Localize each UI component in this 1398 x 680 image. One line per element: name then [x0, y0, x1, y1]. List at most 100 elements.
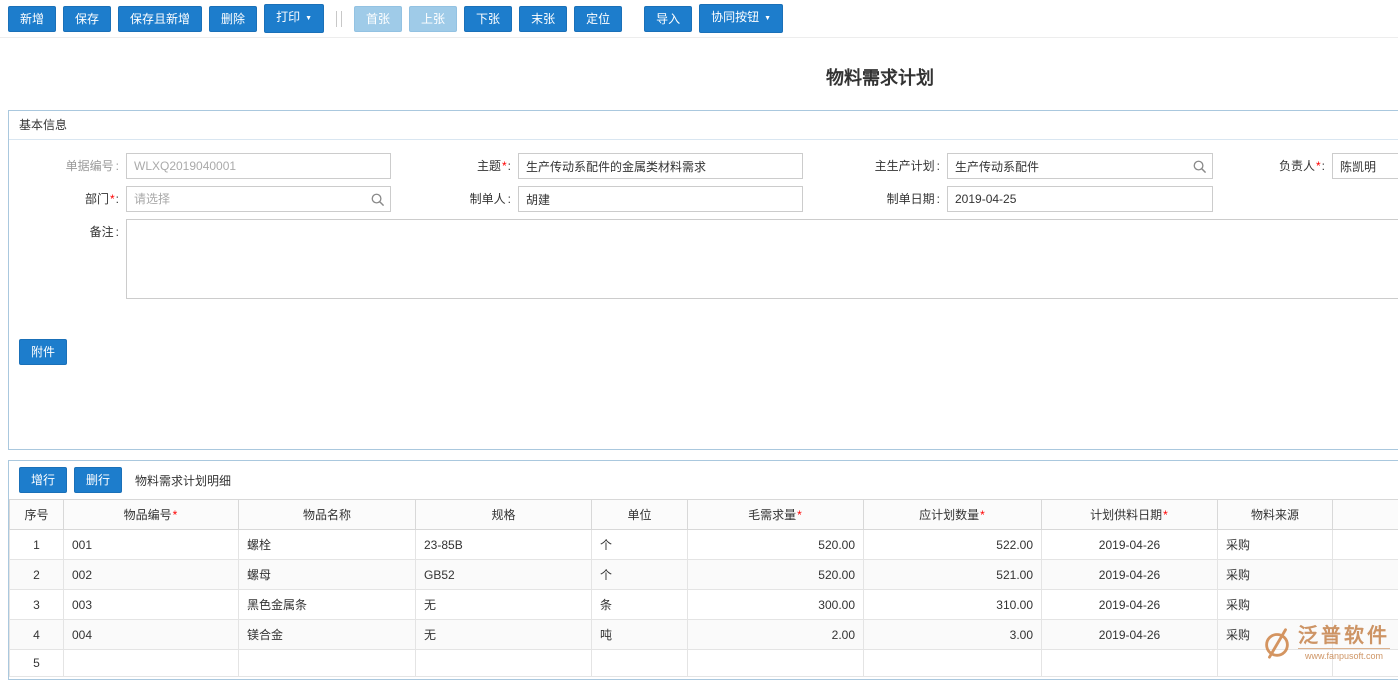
filler-column-header — [1333, 500, 1398, 530]
table-cell[interactable]: 300.00 — [688, 590, 864, 620]
table-cell[interactable]: 采购 — [1218, 560, 1333, 590]
toolbar-button-next[interactable]: 下张 — [464, 6, 512, 32]
delete-row-button[interactable]: 删行 — [74, 467, 122, 493]
row-index-cell: 2 — [10, 560, 64, 590]
department-input[interactable] — [126, 186, 391, 212]
toolbar-button-print[interactable]: 打印▼ — [264, 4, 324, 33]
toolbar-button-import[interactable]: 导入 — [644, 6, 692, 32]
table-cell[interactable]: 521.00 — [864, 560, 1042, 590]
table-cell[interactable]: 310.00 — [864, 590, 1042, 620]
basic-info-form: 单据编号: 主题*: 主生产计划: 负责人*: — [9, 140, 1398, 299]
table-cell[interactable]: 520.00 — [688, 560, 864, 590]
table-cell[interactable]: 螺栓 — [239, 530, 416, 560]
table-cell[interactable]: 镁合金 — [239, 620, 416, 650]
create-date-input[interactable] — [947, 186, 1213, 212]
toolbar-button-prev[interactable]: 上张 — [409, 6, 457, 32]
column-header: 物品编号* — [64, 500, 239, 530]
toolbar: 新增保存保存且新增删除打印▼ 首张上张下张末张定位导入协同按钮▼ — [0, 0, 1398, 38]
toolbar-button-save-and-new[interactable]: 保存且新增 — [118, 6, 202, 32]
table-cell[interactable]: 条 — [592, 590, 688, 620]
attachment-row: 附件 — [19, 339, 1398, 365]
doc-no-field: 单据编号: — [9, 153, 391, 179]
table-cell[interactable]: 采购 — [1218, 590, 1333, 620]
table-cell[interactable]: 2019-04-26 — [1042, 560, 1218, 590]
doc-no-input — [126, 153, 391, 179]
detail-toolbar: 增行 删行 物料需求计划明细 — [9, 461, 1398, 499]
table-cell[interactable]: 522.00 — [864, 530, 1042, 560]
table-cell[interactable]: 个 — [592, 530, 688, 560]
row-index-cell: 4 — [10, 620, 64, 650]
table-cell[interactable]: 吨 — [592, 620, 688, 650]
doc-no-label: 单据编号: — [9, 153, 126, 179]
table-cell[interactable]: 采购 — [1218, 530, 1333, 560]
table-cell[interactable] — [1042, 650, 1218, 677]
toolbar-button-collab[interactable]: 协同按钮▼ — [699, 4, 783, 33]
toolbar-button-last[interactable]: 末张 — [519, 6, 567, 32]
toolbar-button-new[interactable]: 新增 — [8, 6, 56, 32]
create-date-field: 制单日期: — [803, 186, 1213, 212]
remark-label: 备注: — [9, 219, 126, 299]
table-cell[interactable] — [864, 650, 1042, 677]
table-row: 2002螺母GB52个520.00521.002019-04-26采购 — [10, 560, 1398, 590]
filler-cell — [1333, 560, 1398, 590]
table-cell[interactable]: 无 — [416, 590, 592, 620]
table-cell[interactable]: 黑色金属条 — [239, 590, 416, 620]
creator-field: 制单人: — [391, 186, 803, 212]
table-cell[interactable] — [592, 650, 688, 677]
add-row-button[interactable]: 增行 — [19, 467, 67, 493]
remark-textarea[interactable] — [126, 219, 1398, 299]
table-cell[interactable]: 002 — [64, 560, 239, 590]
column-header: 应计划数量* — [864, 500, 1042, 530]
master-plan-field: 主生产计划: — [803, 153, 1213, 179]
filler-cell — [1333, 530, 1398, 560]
create-date-label: 制单日期: — [803, 186, 947, 212]
table-cell[interactable]: 个 — [592, 560, 688, 590]
table-cell[interactable]: 23-85B — [416, 530, 592, 560]
table-cell[interactable] — [1218, 650, 1333, 677]
table-cell[interactable]: 003 — [64, 590, 239, 620]
master-plan-label: 主生产计划: — [803, 153, 947, 179]
table-row: 5 — [10, 650, 1398, 677]
column-header: 计划供料日期* — [1042, 500, 1218, 530]
owner-input[interactable] — [1332, 153, 1398, 179]
material-requirements-page: 新增保存保存且新增删除打印▼首张上张下张末张定位导入协同按钮▼ 物料需求计划 基… — [0, 0, 1398, 680]
table-cell[interactable]: GB52 — [416, 560, 592, 590]
toolbar-button-save[interactable]: 保存 — [63, 6, 111, 32]
form-row-2: 部门*: 制单人: 制单日期: — [9, 186, 1398, 212]
table-cell[interactable]: 520.00 — [688, 530, 864, 560]
table-cell[interactable]: 004 — [64, 620, 239, 650]
filler-cell — [1333, 620, 1398, 650]
detail-table: 序号物品编号*物品名称规格单位毛需求量*应计划数量*计划供料日期*物料来源 10… — [9, 499, 1398, 677]
table-cell[interactable]: 2.00 — [688, 620, 864, 650]
attachment-button[interactable]: 附件 — [19, 339, 67, 365]
creator-label: 制单人: — [391, 186, 518, 212]
table-cell[interactable] — [688, 650, 864, 677]
caret-down-icon: ▼ — [305, 15, 312, 22]
table-cell[interactable] — [64, 650, 239, 677]
subject-label: 主题*: — [391, 153, 518, 179]
table-cell[interactable] — [239, 650, 416, 677]
table-cell[interactable] — [416, 650, 592, 677]
search-icon[interactable] — [1192, 159, 1207, 174]
master-plan-input[interactable] — [947, 153, 1213, 179]
table-cell[interactable]: 001 — [64, 530, 239, 560]
subject-input[interactable] — [518, 153, 803, 179]
detail-title: 物料需求计划明细 — [135, 472, 231, 489]
toolbar-button-locate[interactable]: 定位 — [574, 6, 622, 32]
table-cell[interactable]: 2019-04-26 — [1042, 530, 1218, 560]
table-cell[interactable]: 2019-04-26 — [1042, 620, 1218, 650]
search-icon[interactable] — [370, 192, 385, 207]
table-row: 4004镁合金无吨2.003.002019-04-26采购 — [10, 620, 1398, 650]
table-cell[interactable]: 无 — [416, 620, 592, 650]
table-cell[interactable]: 螺母 — [239, 560, 416, 590]
table-cell[interactable]: 2019-04-26 — [1042, 590, 1218, 620]
toolbar-button-delete[interactable]: 删除 — [209, 6, 257, 32]
toolbar-button-first[interactable]: 首张 — [354, 6, 402, 32]
creator-input[interactable] — [518, 186, 803, 212]
filler-cell — [1333, 650, 1398, 677]
table-cell[interactable]: 3.00 — [864, 620, 1042, 650]
row-index-cell: 5 — [10, 650, 64, 677]
table-cell[interactable]: 采购 — [1218, 620, 1333, 650]
column-header: 规格 — [416, 500, 592, 530]
table-row: 3003黑色金属条无条300.00310.002019-04-26采购 — [10, 590, 1398, 620]
